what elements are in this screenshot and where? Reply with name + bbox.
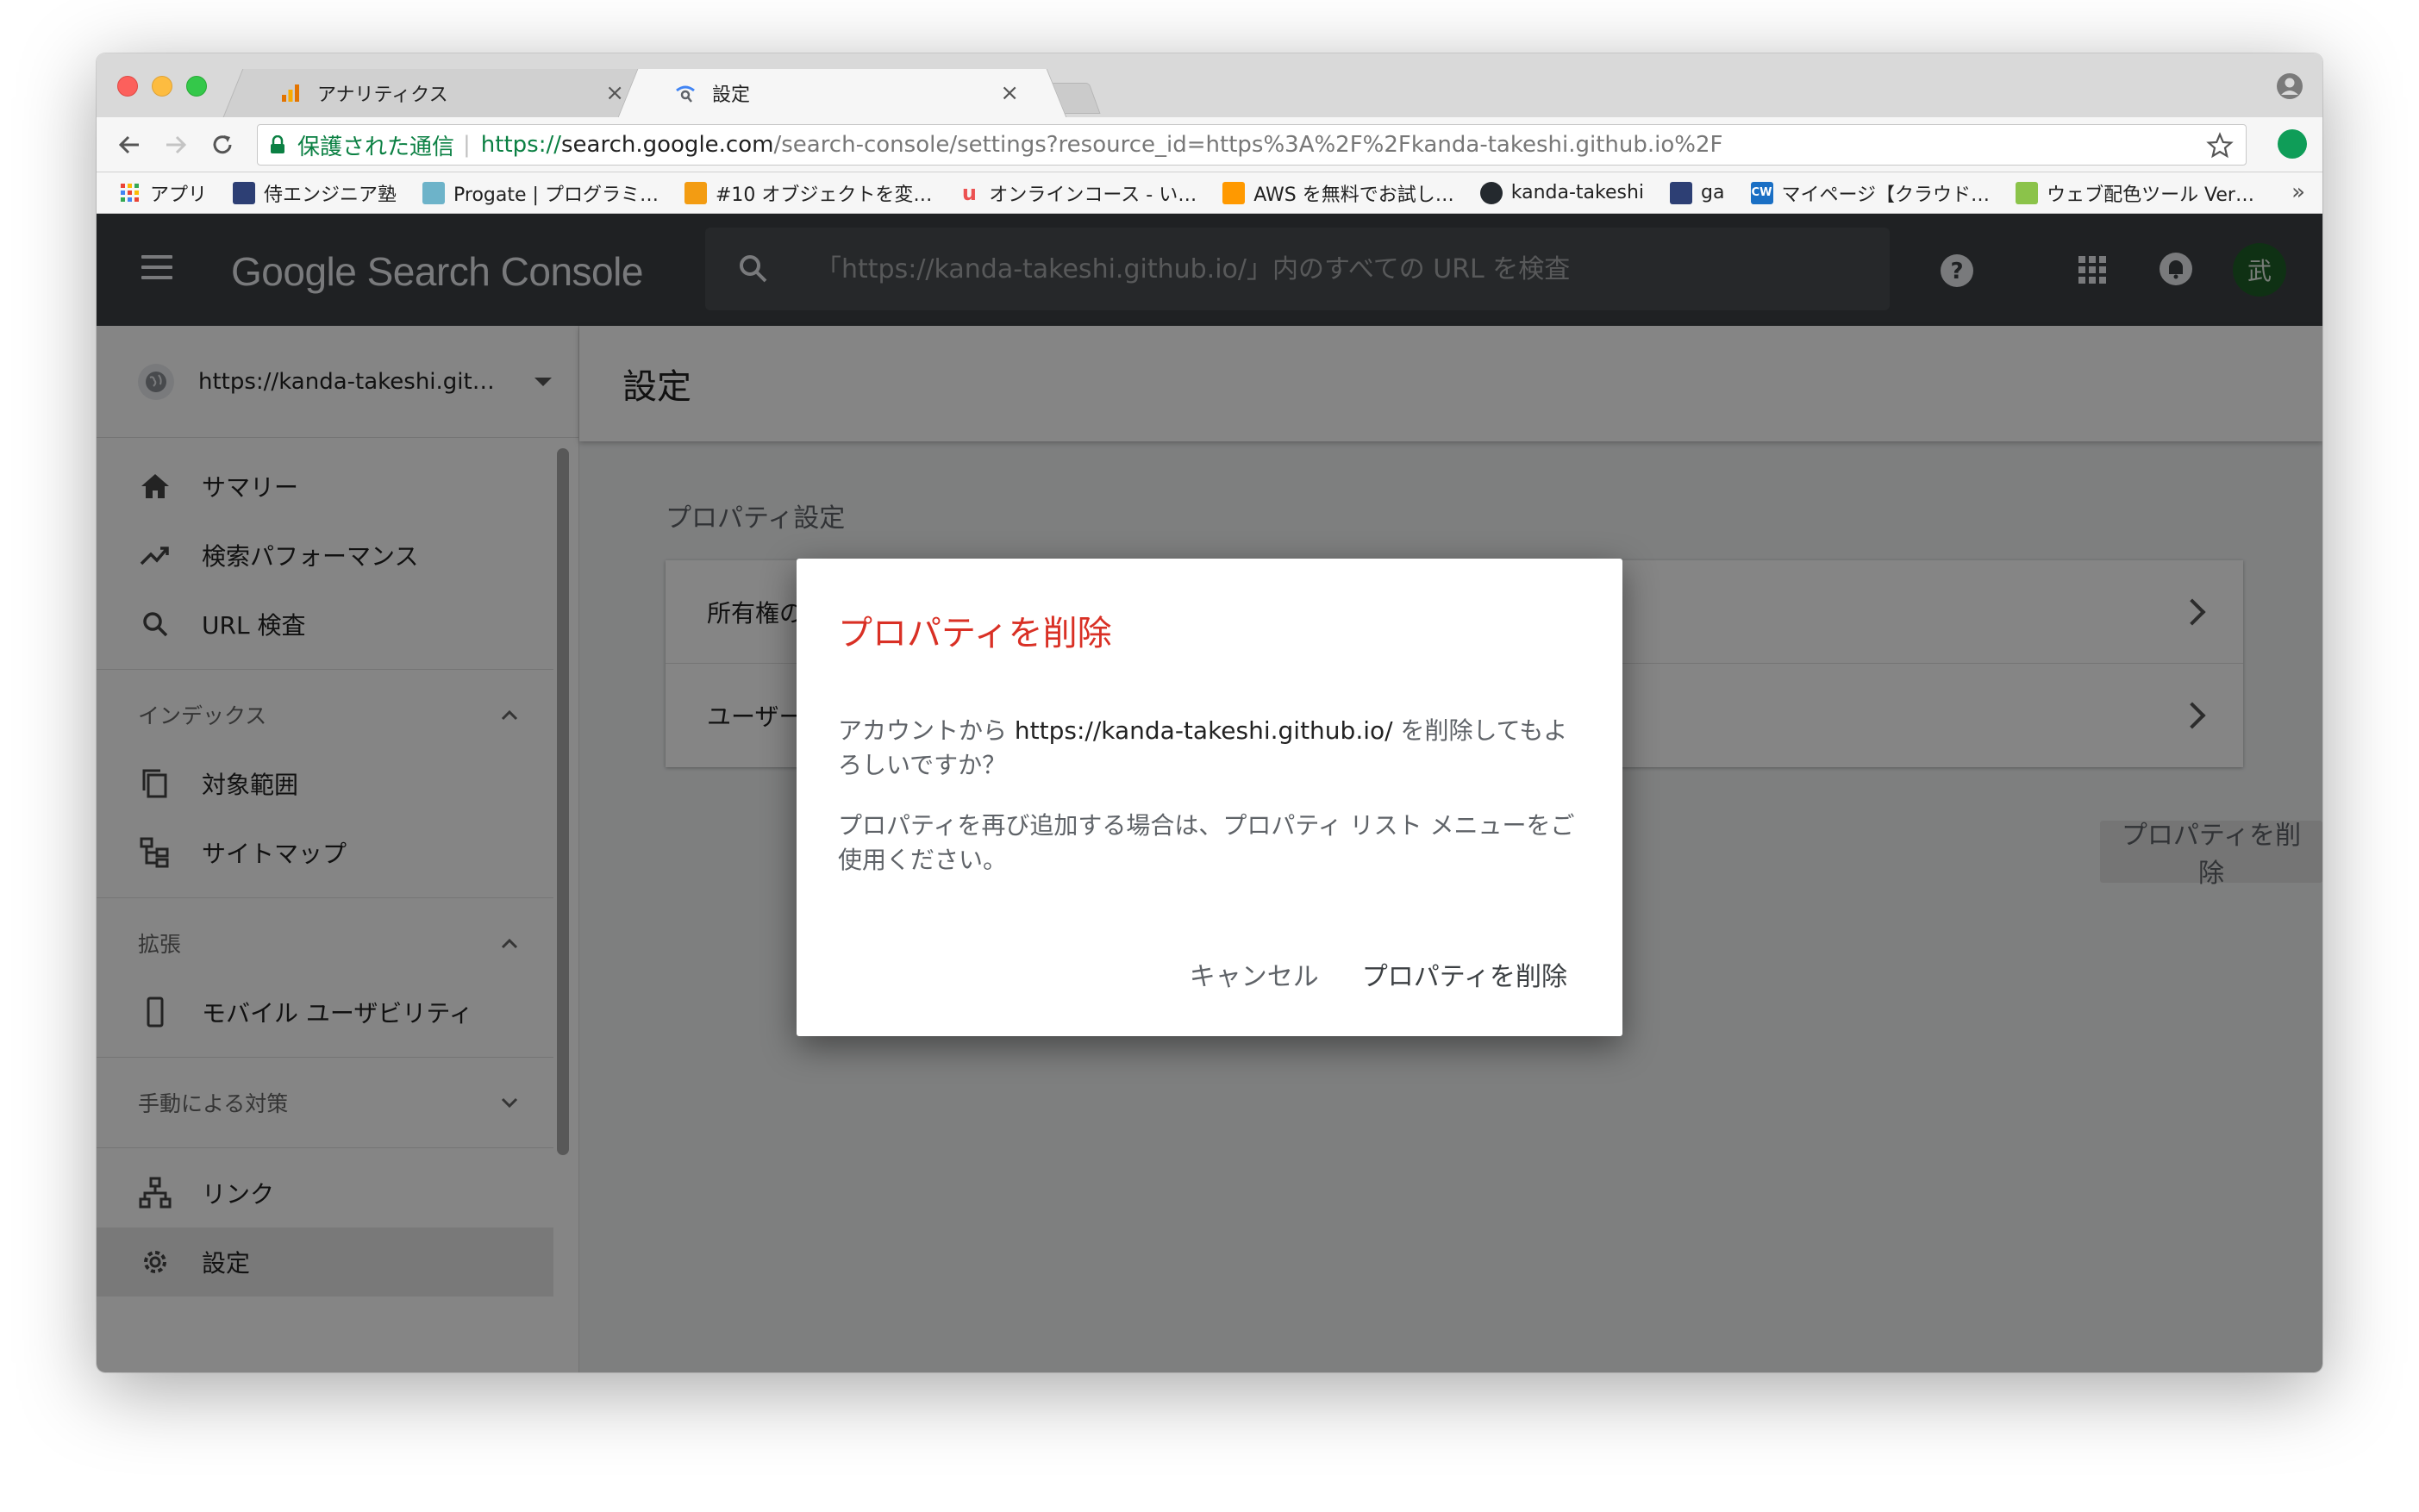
samurai-icon [1670, 181, 1693, 204]
bookmark-apps[interactable]: アプリ [119, 179, 207, 207]
window-controls [117, 76, 207, 97]
bookmark-ga[interactable]: ga [1670, 181, 1725, 204]
bookmark-label: アプリ [150, 184, 208, 206]
bookmark-label: #10 オブジェクトを変… [715, 184, 933, 206]
progate-icon [422, 181, 446, 204]
secure-label: 保護された通信 [297, 134, 455, 160]
lock-icon [271, 135, 284, 153]
dialog-body: アカウントから https://kanda-takeshi.github.io/… [838, 714, 1581, 903]
back-button[interactable] [114, 129, 145, 160]
dialog-message-prefix: アカウントから [838, 716, 1015, 745]
maximize-window-button[interactable] [186, 76, 207, 97]
url-path: /search-console/settings?resource_id=htt… [773, 132, 1723, 158]
dialog-actions: キャンセル プロパティを削除 [1190, 955, 1567, 993]
forward-arrow-icon [166, 135, 187, 154]
cancel-button[interactable]: キャンセル [1190, 955, 1319, 993]
address-bar[interactable]: 保護された通信 | https://search.google.com/sear… [257, 124, 2247, 166]
close-window-button[interactable] [117, 76, 138, 97]
color-tool-icon [2016, 181, 2039, 204]
reload-icon [213, 135, 232, 154]
extension-icon[interactable] [2278, 129, 2307, 159]
bookmark-label: AWS を無料でお試し… [1253, 184, 1454, 206]
profile-icon[interactable] [2276, 72, 2303, 100]
bookmark-github[interactable]: kanda-takeshi [1479, 181, 1645, 204]
bookmark-label: 侍エンジニア塾 [264, 184, 397, 206]
bookmark-aws[interactable]: AWS を無料でお試し… [1222, 179, 1454, 207]
bookmark-label: マイページ【クラウド… [1781, 184, 1991, 206]
samurai-icon [233, 181, 256, 204]
bookmark-crowdworks[interactable]: CW マイページ【クラウド… [1750, 179, 1991, 207]
analytics-icon [282, 84, 299, 102]
search-console-app: Google Search Console ? [97, 214, 2322, 1372]
browser-window: アナリティクス × 設定 × 保護された通信 | https://search.… [97, 53, 2322, 1372]
download-icon [684, 181, 707, 204]
bookmark-udemy[interactable]: u オンラインコース - い… [958, 179, 1197, 207]
tab-strip: アナリティクス × 設定 × [97, 53, 2322, 117]
bookmark-samurai[interactable]: 侍エンジニア塾 [233, 179, 397, 207]
dialog-title: プロパティを削除 [838, 614, 1112, 653]
url-protocol: https:// [480, 132, 561, 158]
browser-toolbar: 保護された通信 | https://search.google.com/sear… [97, 117, 2322, 172]
tab-settings[interactable]: 設定 × [640, 69, 1045, 117]
search-console-icon [676, 85, 695, 103]
apps-grid-icon [121, 183, 139, 202]
bookmark-label: ウェブ配色ツール Ver… [2047, 184, 2254, 206]
bookmark-label: kanda-takeshi [1510, 182, 1645, 203]
github-icon [1479, 181, 1503, 204]
bookmarks-more-button[interactable]: » [2291, 179, 2305, 205]
bookmark-label: Progate | プログラミ… [453, 184, 659, 206]
forward-button[interactable] [160, 129, 191, 160]
delete-property-dialog: プロパティを削除 アカウントから https://kanda-takeshi.g… [797, 559, 1622, 1036]
tab-close-icon[interactable]: × [1000, 80, 1019, 106]
bookmarks-bar: アプリ 侍エンジニア塾 Progate | プログラミ… #10 オブジェクトを… [97, 172, 2322, 214]
udemy-icon: u [961, 180, 977, 205]
dialog-property-url: https://kanda-takeshi.github.io/ [1014, 716, 1393, 745]
aws-icon [1222, 181, 1246, 204]
dialog-message: アカウントから https://kanda-takeshi.github.io/… [838, 714, 1581, 783]
bookmark-label: オンラインコース - い… [989, 184, 1197, 206]
confirm-delete-button[interactable]: プロパティを削除 [1362, 955, 1567, 993]
minimize-window-button[interactable] [152, 76, 172, 97]
url-text: https://search.google.com/search-console… [481, 132, 1723, 158]
bookmark-progate[interactable]: Progate | プログラミ… [422, 179, 659, 207]
tab-title: アナリティクス [317, 84, 448, 106]
bookmark-star-icon[interactable] [2206, 132, 2234, 159]
bookmark-object[interactable]: #10 オブジェクトを変… [684, 179, 932, 207]
back-arrow-icon [118, 135, 139, 154]
address-separator: | [463, 132, 471, 158]
bookmark-label: ga [1701, 182, 1725, 203]
crowdworks-icon: CW [1750, 181, 1773, 204]
bookmark-color-tool[interactable]: ウェブ配色ツール Ver… [2016, 179, 2254, 207]
reload-button[interactable] [207, 129, 238, 160]
url-host: search.google.com [560, 132, 774, 158]
tab-close-icon[interactable]: × [605, 80, 624, 106]
tab-title: 設定 [712, 84, 751, 106]
tab-analytics[interactable]: アナリティクス × [245, 69, 650, 117]
dialog-note: プロパティを再び追加する場合は、プロパティ リスト メニューをご使用ください。 [838, 811, 1575, 874]
